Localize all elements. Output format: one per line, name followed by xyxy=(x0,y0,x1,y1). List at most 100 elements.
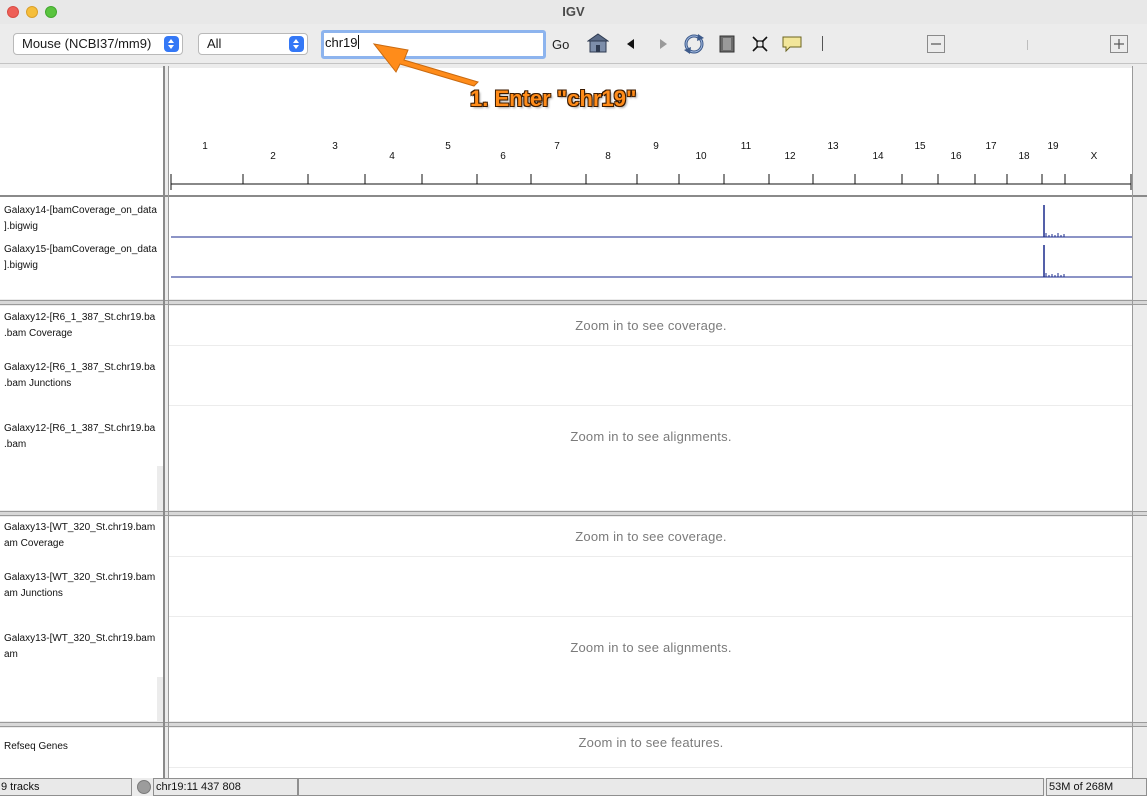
chromosome-label-11: 11 xyxy=(741,141,752,152)
text-caret xyxy=(357,35,359,49)
sample1-coverage-label[interactable]: Galaxy12-[R6_1_387_St.chr19.ba .bam Cove… xyxy=(4,310,155,342)
bigwig-name-panel: Galaxy14-[bamCoverage_on_data ].bigwig G… xyxy=(0,197,163,299)
panel-divider[interactable] xyxy=(0,511,1147,516)
feature-name-panel: Refseq Genes xyxy=(0,728,163,778)
chromosome-label-18: 18 xyxy=(1018,151,1030,162)
track-separator xyxy=(169,556,1133,557)
bigwig-signal-svg xyxy=(171,205,1133,278)
zoom-in-icon[interactable] xyxy=(1110,35,1128,53)
sample2-coverage-label[interactable]: Galaxy13-[WT_320_St.chr19.bam am Coverag… xyxy=(4,520,155,552)
refresh-icon[interactable] xyxy=(683,33,705,55)
sample2-data-panel[interactable]: Zoom in to see coverage. Zoom in to see … xyxy=(169,517,1133,721)
track-label-line: Galaxy13-[WT_320_St.chr19.bam xyxy=(4,572,156,583)
annotation-label: 1. Enter "chr19" xyxy=(470,86,637,111)
name-panel-border[interactable] xyxy=(163,66,165,778)
track-count-status: 9 tracks xyxy=(0,778,132,796)
position-status: chr19:11 437 808 xyxy=(153,778,298,796)
chromosome-label-6: 6 xyxy=(500,151,506,162)
track-label-line: ].bigwig xyxy=(4,260,38,271)
data-panel-right-border xyxy=(1132,66,1133,778)
chromosome-label-1: 1 xyxy=(202,141,208,152)
track-label-line: ].bigwig xyxy=(4,221,38,232)
chromosome-label-8: 8 xyxy=(605,151,611,162)
toolbar: Mouse (NCBI37/mm9) All chr19 Go xyxy=(0,24,1147,64)
track-label-line: am Coverage xyxy=(4,538,65,549)
track-label-line: Galaxy12-[R6_1_387_St.chr19.ba xyxy=(4,312,156,323)
title-bar: IGV xyxy=(0,0,1147,24)
chromosome-label-2: 2 xyxy=(270,151,276,162)
chromosome-label-10: 10 xyxy=(695,151,707,162)
chromosome-label-5: 5 xyxy=(445,141,451,152)
ruler-name-panel xyxy=(0,68,163,195)
chromosome-label-15: 15 xyxy=(914,141,926,152)
window-title: IGV xyxy=(562,4,585,19)
ruler-svg: 12345678910111213141516171819X xyxy=(170,141,1132,190)
sample1-name-panel: Galaxy12-[R6_1_387_St.chr19.ba .bam Cove… xyxy=(0,306,163,510)
popup-info-icon[interactable] xyxy=(781,35,803,53)
chromosome-label-14: 14 xyxy=(872,151,884,162)
forward-arrow-icon[interactable] xyxy=(656,35,670,53)
chromosome-label-9: 9 xyxy=(653,141,659,152)
sample1-alignments-label[interactable]: Galaxy12-[R6_1_387_St.chr19.ba .bam xyxy=(4,421,155,453)
track-separator xyxy=(169,345,1133,346)
track-label-line: Galaxy13-[WT_320_St.chr19.bam xyxy=(4,522,156,533)
sample1-junctions-label[interactable]: Galaxy12-[R6_1_387_St.chr19.ba .bam Junc… xyxy=(4,360,155,392)
go-button[interactable]: Go xyxy=(552,37,569,52)
panel-divider[interactable] xyxy=(0,722,1147,727)
coverage-zoom-message: Zoom in to see coverage. xyxy=(575,529,727,544)
track-separator xyxy=(169,767,1133,768)
chromosome-ruler[interactable]: 1 2 3 4 5 6 7 8 9 10 11 12 13 14 15 16 17 18 19 X xyxy=(169,68,1133,195)
track-label-line: .bam Junctions xyxy=(4,378,72,389)
track-separator xyxy=(169,616,1133,617)
select-arrows-icon xyxy=(164,36,179,52)
bigwig-track-label-1[interactable]: Galaxy14-[bamCoverage_on_data ].bigwig xyxy=(4,203,157,235)
chromosome-label-13: 13 xyxy=(827,141,839,152)
chromosome-label-7: 7 xyxy=(554,141,560,152)
bigwig-small-peaks-2 xyxy=(1045,273,1065,277)
select-arrows-icon xyxy=(289,36,304,52)
data-panel-left-border xyxy=(168,66,169,778)
panel-divider[interactable] xyxy=(0,300,1147,305)
fit-to-window-icon[interactable] xyxy=(751,35,769,53)
zoom-slider-track[interactable] xyxy=(1027,40,1028,50)
genome-select[interactable]: Mouse (NCBI37/mm9) xyxy=(13,33,183,55)
locus-input-value: chr19 xyxy=(325,35,358,50)
bigwig-track-label-2[interactable]: Galaxy15-[bamCoverage_on_data ].bigwig xyxy=(4,242,157,274)
home-icon[interactable] xyxy=(587,33,609,53)
toolbar-separator xyxy=(822,36,823,51)
bigwig-data-panel[interactable] xyxy=(169,197,1133,299)
igv-window: IGV Mouse (NCBI37/mm9) All chr19 Go 1 2 … xyxy=(0,0,1147,796)
sample2-alignments-label[interactable]: Galaxy13-[WT_320_St.chr19.bam am xyxy=(4,631,155,663)
track-label-line: .bam xyxy=(4,439,27,450)
chromosome-label-3: 3 xyxy=(332,141,338,152)
region-of-interest-icon[interactable] xyxy=(719,35,735,53)
track-label-line: Galaxy14-[bamCoverage_on_data xyxy=(4,205,157,216)
track-label-line: Galaxy12-[R6_1_387_St.chr19.ba xyxy=(4,423,156,434)
message-status xyxy=(298,778,1044,796)
track-label-line: Galaxy12-[R6_1_387_St.chr19.ba xyxy=(4,362,156,373)
chromosome-label-16: 16 xyxy=(950,151,962,162)
back-arrow-icon[interactable] xyxy=(624,35,638,53)
feature-data-panel[interactable]: Zoom in to see features. xyxy=(169,728,1133,778)
chromosome-label-X: X xyxy=(1091,151,1098,162)
sample2-name-panel: Galaxy13-[WT_320_St.chr19.bam am Coverag… xyxy=(0,517,163,721)
chromosome-select-value: All xyxy=(207,36,222,51)
alignments-zoom-message: Zoom in to see alignments. xyxy=(570,429,732,444)
annotation-arrow-icon xyxy=(372,43,479,87)
chromosome-label-19: 19 xyxy=(1047,141,1059,152)
memory-status: 53M of 268M xyxy=(1046,778,1147,796)
alignments-zoom-message: Zoom in to see alignments. xyxy=(570,640,732,655)
refseq-genes-label[interactable]: Refseq Genes xyxy=(4,739,68,755)
bigwig-small-peaks-1 xyxy=(1045,233,1065,237)
chromosome-select[interactable]: All xyxy=(198,33,308,55)
track-label-line: .bam Coverage xyxy=(4,328,73,339)
chromosome-label-17: 17 xyxy=(985,141,997,152)
features-zoom-message: Zoom in to see features. xyxy=(578,735,724,750)
chromosome-label-4: 4 xyxy=(389,151,395,162)
track-separator xyxy=(169,405,1133,406)
zoom-out-icon[interactable] xyxy=(927,35,945,53)
genome-select-value: Mouse (NCBI37/mm9) xyxy=(22,36,152,51)
sample2-junctions-label[interactable]: Galaxy13-[WT_320_St.chr19.bam am Junctio… xyxy=(4,570,155,602)
sample1-data-panel[interactable]: Zoom in to see coverage. Zoom in to see … xyxy=(169,306,1133,510)
track-label-line: Galaxy13-[WT_320_St.chr19.bam xyxy=(4,633,156,644)
